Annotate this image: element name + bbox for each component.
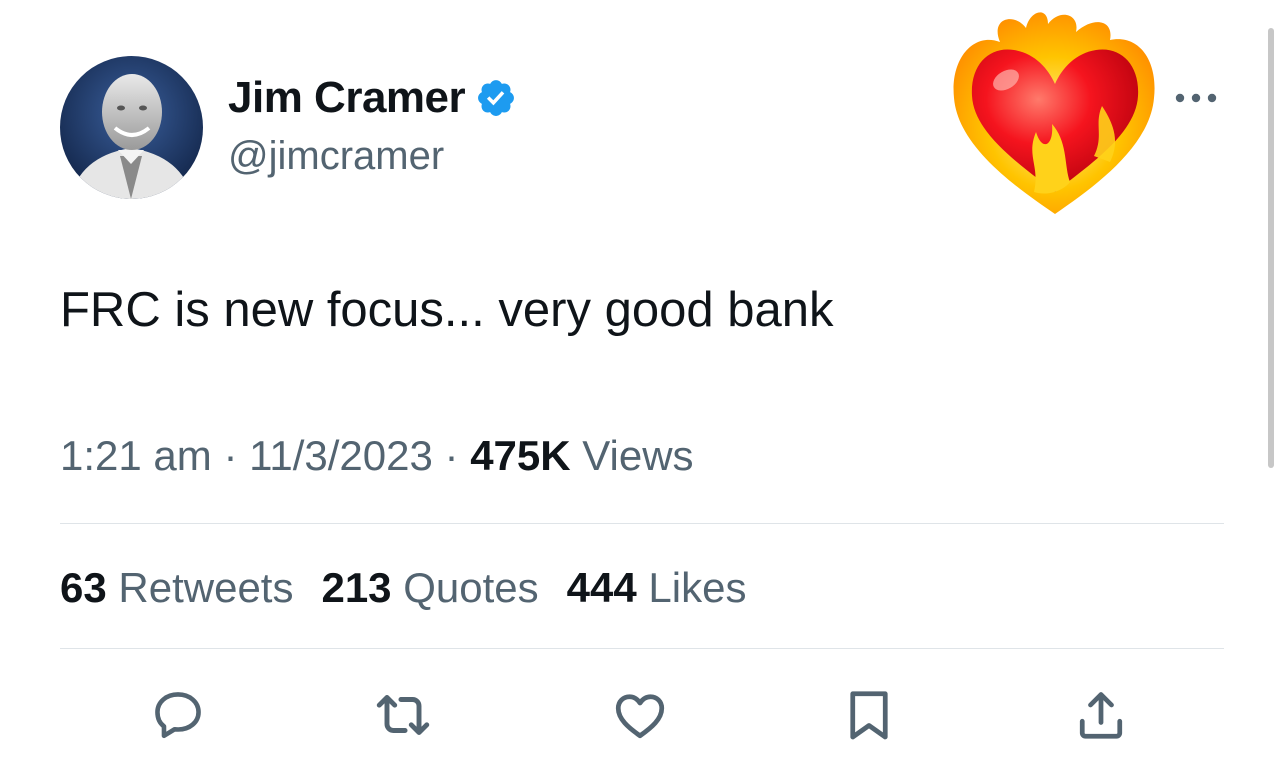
author-name[interactable]: Jim Cramer	[228, 73, 466, 123]
quotes-count: 213	[321, 564, 392, 611]
tweet-text: FRC is new focus... very good bank	[60, 283, 834, 337]
likes-label: Likes	[648, 564, 747, 611]
more-button[interactable]	[1170, 80, 1222, 116]
avatar[interactable]	[60, 56, 203, 199]
quotes-label: Quotes	[403, 564, 539, 611]
views-label: Views	[582, 432, 694, 479]
retweets-stat[interactable]: 63 Retweets	[60, 564, 293, 612]
reply-icon	[155, 692, 201, 739]
bookmark-button[interactable]	[838, 684, 900, 746]
retweets-count: 63	[60, 564, 107, 611]
more-icon	[1175, 93, 1217, 103]
author-handle[interactable]: @jimcramer	[228, 134, 444, 179]
heart-icon	[615, 694, 665, 739]
quotes-stat[interactable]: 213 Quotes	[321, 564, 538, 612]
likes-count: 444	[566, 564, 637, 611]
heart-on-fire-emoji	[953, 12, 1155, 214]
reply-button[interactable]	[147, 684, 209, 746]
meta-separator: ·	[223, 432, 238, 479]
share-icon	[1079, 692, 1123, 739]
share-button[interactable]	[1070, 684, 1132, 746]
divider	[60, 648, 1224, 649]
verified-badge-icon	[478, 80, 515, 116]
views-count: 475K	[470, 432, 571, 479]
retweet-icon	[376, 694, 430, 736]
tweet-meta: 1:21 am · 11/3/2023 · 475K Views	[60, 432, 694, 480]
scrollbar[interactable]	[1268, 28, 1274, 468]
tweet-stats: 63 Retweets 213 Quotes 444 Likes	[60, 564, 746, 612]
bookmark-icon	[850, 691, 888, 740]
tweet-time[interactable]: 1:21 am	[60, 432, 212, 479]
tweet-date[interactable]: 11/3/2023	[249, 432, 433, 479]
retweets-label: Retweets	[118, 564, 294, 611]
likes-stat[interactable]: 444 Likes	[567, 564, 747, 612]
divider	[60, 523, 1224, 524]
meta-separator: ·	[444, 432, 459, 479]
like-button[interactable]	[609, 684, 671, 746]
author-name-row[interactable]: Jim Cramer	[228, 70, 517, 126]
retweet-button[interactable]	[372, 684, 434, 746]
